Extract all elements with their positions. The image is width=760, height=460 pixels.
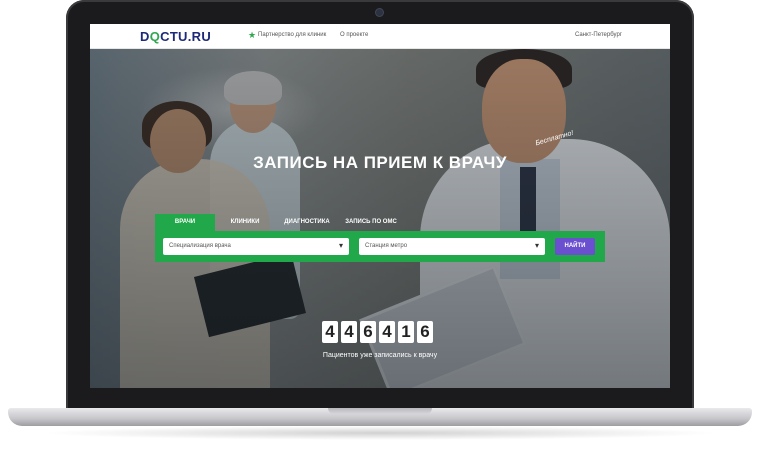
nav-partnership-link[interactable]: Партнерство для клиник <box>258 32 326 38</box>
tab-diagnostics[interactable]: ДИАГНОСТИКА <box>275 214 339 231</box>
counter-digit: 4 <box>341 321 357 343</box>
counter-caption: Пациентов уже записались к врачу <box>322 352 438 359</box>
logo-prefix: D <box>140 29 150 44</box>
specialization-select[interactable]: Специализация врача ▾ <box>163 238 349 255</box>
search-panel: Специализация врача ▾ Станция метро ▾ НА… <box>155 231 605 262</box>
website-screen: DQCTU.RU ★ Партнерство для клиник О прое… <box>90 24 670 388</box>
counter-digit: 4 <box>379 321 395 343</box>
find-button[interactable]: НАЙТИ <box>555 238 595 255</box>
logo-suffix: CTU.RU <box>160 29 212 44</box>
logo[interactable]: DQCTU.RU <box>140 29 211 44</box>
camera-icon <box>376 9 383 16</box>
tab-doctors[interactable]: ВРАЧИ <box>155 214 215 231</box>
logo-q: Q <box>149 29 161 44</box>
page-title: ЗАПИСЬ НА ПРИЕМ К ВРАЧУ <box>253 153 507 172</box>
patient-counter: 4 4 6 4 1 6 <box>322 321 433 343</box>
counter-digit: 1 <box>398 321 414 343</box>
chevron-down-icon: ▾ <box>338 241 343 250</box>
tab-oms[interactable]: ЗАПИСЬ ПО ОМС <box>339 214 403 231</box>
metro-select-label: Станция метро <box>365 243 408 249</box>
specialization-select-label: Специализация врача <box>169 243 231 249</box>
search-tabs: ВРАЧИ КЛИНИКИ ДИАГНОСТИКА ЗАПИСЬ ПО ОМС <box>155 214 403 231</box>
counter-digit: 6 <box>360 321 376 343</box>
counter-digit: 6 <box>417 321 433 343</box>
laptop-notch <box>328 408 432 414</box>
star-icon: ★ <box>248 30 257 40</box>
nav-about-link[interactable]: О проекте <box>340 32 368 38</box>
city-selector[interactable]: Санкт-Петербург <box>575 32 622 38</box>
tab-clinics[interactable]: КЛИНИКИ <box>215 214 275 231</box>
top-navigation: DQCTU.RU ★ Партнерство для клиник О прое… <box>90 24 670 49</box>
laptop-shadow <box>40 426 720 440</box>
counter-digit: 4 <box>322 321 338 343</box>
metro-select[interactable]: Станция метро ▾ <box>359 238 545 255</box>
chevron-down-icon: ▾ <box>534 241 539 250</box>
